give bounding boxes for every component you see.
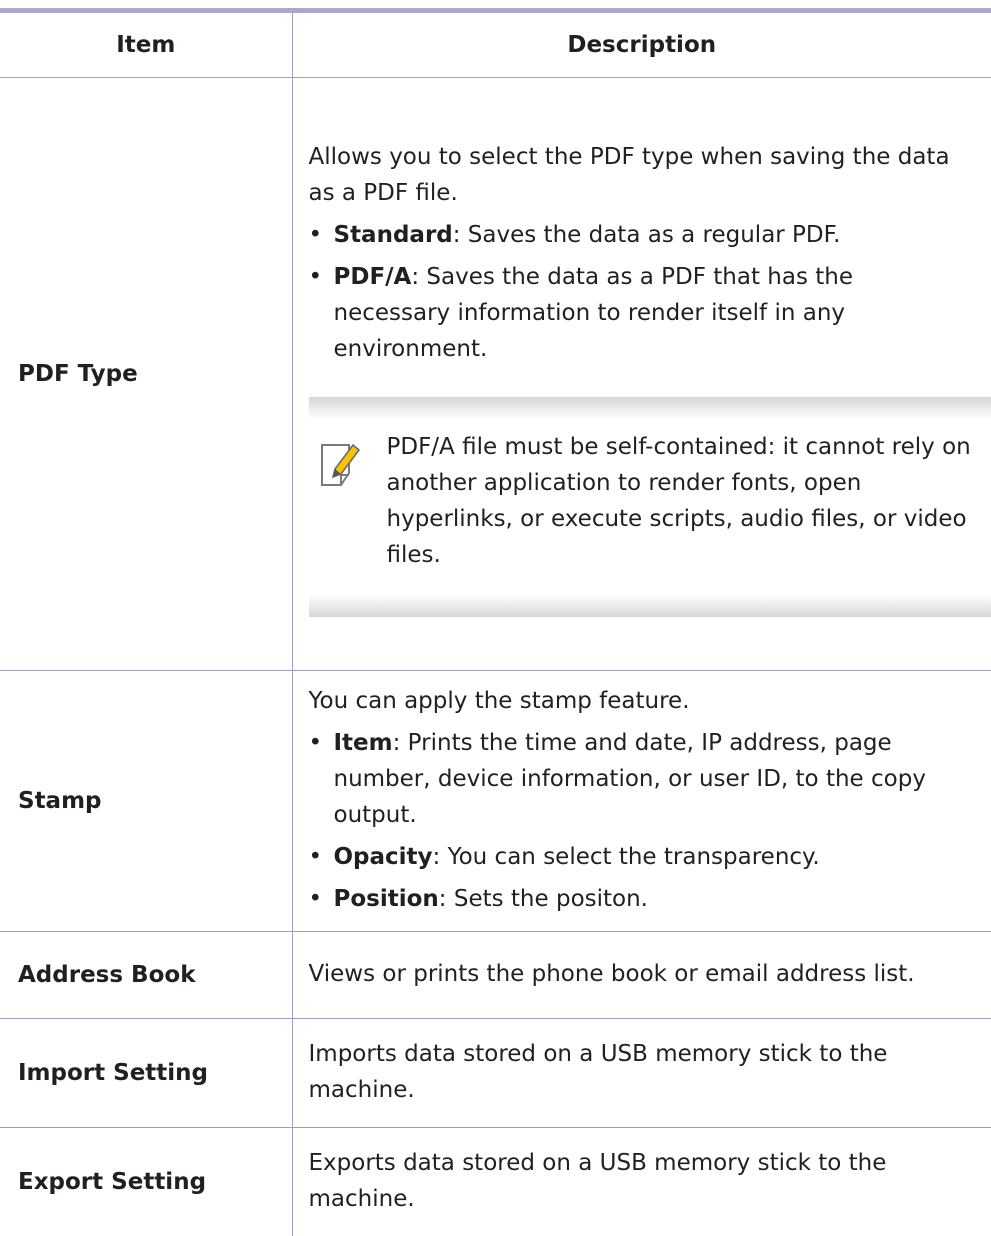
option-term: Item — [334, 730, 393, 756]
stamp-intro: You can apply the stamp feature. — [309, 683, 976, 719]
list-item: • Position: Sets the positon. — [309, 881, 976, 917]
list-item: • PDF/A: Saves the data as a PDF that ha… — [309, 259, 976, 367]
description-address-book: Views or prints the phone book or email … — [292, 932, 991, 1019]
note-top-bar — [309, 397, 991, 419]
header-description: Description — [292, 11, 991, 78]
note-bottom-bar — [309, 595, 991, 617]
table-row: Stamp You can apply the stamp feature. •… — [0, 671, 991, 932]
pdf-type-options: • Standard: Saves the data as a regular … — [309, 217, 976, 367]
item-export-setting: Export Setting — [0, 1128, 292, 1236]
description-pdf-type: Allows you to select the PDF type when s… — [292, 78, 991, 671]
note-box: PDF/A file must be self-contained: it ca… — [309, 397, 991, 617]
table-header-row: Item Description — [0, 11, 991, 78]
item-import-setting: Import Setting — [0, 1019, 292, 1128]
list-item: • Item: Prints the time and date, IP add… — [309, 725, 976, 833]
settings-table: Item Description PDF Type Allows you to … — [0, 8, 991, 1236]
option-term: PDF/A — [334, 264, 412, 290]
pdf-type-intro: Allows you to select the PDF type when s… — [309, 139, 976, 211]
item-stamp: Stamp — [0, 671, 292, 932]
bullet-icon: • — [309, 881, 323, 917]
header-item: Item — [0, 11, 292, 78]
table-row: Address Book Views or prints the phone b… — [0, 932, 991, 1019]
option-text: : Saves the data as a regular PDF. — [453, 222, 841, 248]
option-text: : Prints the time and date, IP address, … — [334, 730, 926, 828]
note-text: PDF/A file must be self-contained: it ca… — [387, 429, 974, 573]
table-row: Import Setting Imports data stored on a … — [0, 1019, 991, 1128]
bullet-icon: • — [309, 217, 323, 253]
bullet-icon: • — [309, 839, 323, 875]
bullet-icon: • — [309, 725, 323, 761]
item-address-book: Address Book — [0, 932, 292, 1019]
stamp-options: • Item: Prints the time and date, IP add… — [309, 725, 976, 917]
option-text: : Sets the positon. — [439, 886, 648, 912]
item-pdf-type: PDF Type — [0, 78, 292, 671]
description-stamp: You can apply the stamp feature. • Item:… — [292, 671, 991, 932]
option-text: : You can select the transparency. — [433, 844, 820, 870]
bullet-icon: • — [309, 259, 323, 295]
option-term: Standard — [334, 222, 453, 248]
table-row: Export Setting Exports data stored on a … — [0, 1128, 991, 1236]
list-item: • Standard: Saves the data as a regular … — [309, 217, 976, 253]
note-pencil-icon — [319, 439, 363, 489]
option-term: Opacity — [334, 844, 433, 870]
option-text: : Saves the data as a PDF that has the n… — [334, 264, 854, 362]
option-term: Position — [334, 886, 439, 912]
table-row: PDF Type Allows you to select the PDF ty… — [0, 78, 991, 671]
description-import-setting: Imports data stored on a USB memory stic… — [292, 1019, 991, 1128]
description-export-setting: Exports data stored on a USB memory stic… — [292, 1128, 991, 1236]
list-item: • Opacity: You can select the transparen… — [309, 839, 976, 875]
